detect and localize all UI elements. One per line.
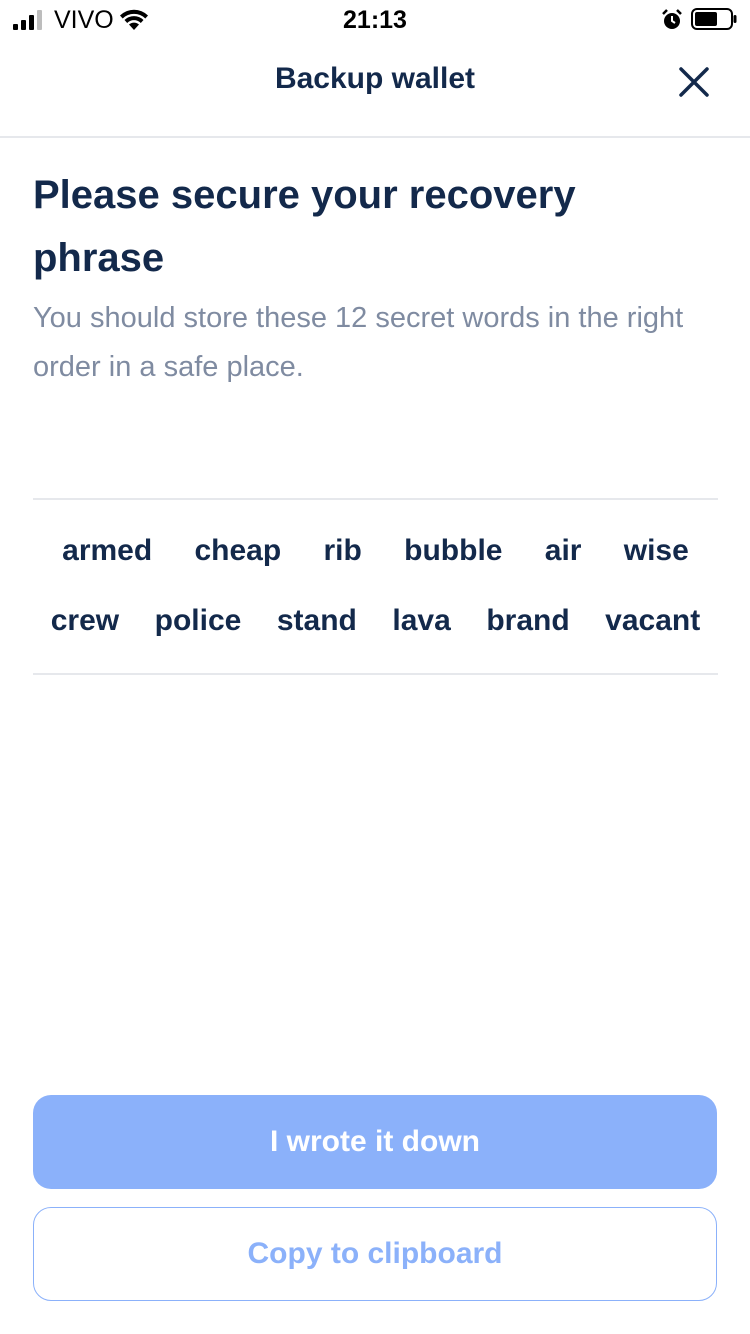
page-title: Backup wallet [274,62,476,95]
heading: Please secure your recovery phrase [33,173,576,280]
copy-to-clipboard-button[interactable]: Copy to clipboard [33,1207,717,1301]
battery-icon [691,8,737,30]
phrase-word: wise [623,534,689,567]
phrase-word: rib [323,534,362,567]
phrase-word: lava [392,604,451,637]
nav-bar: Backup wallet [0,40,750,138]
status-bar: VIVO 21:13 [0,0,750,40]
recovery-phrase-box: armed cheap rib bubble air wise crew pol… [33,498,718,675]
phrase-word: brand [486,604,570,637]
phrase-word: cheap [194,534,282,567]
phrase-word: air [544,534,582,567]
alarm-icon [662,9,682,29]
phrase-row-2: crew police stand lava brand vacant [33,604,718,638]
phrase-word: police [154,604,242,637]
subtitle: You should store these 12 secret words i… [33,302,684,383]
phrase-word: stand [276,604,357,637]
phrase-row-1: armed cheap rib bubble air wise [33,534,718,568]
phrase-word: crew [50,604,120,637]
close-icon[interactable] [674,62,714,102]
phrase-word: armed [62,534,153,567]
phrase-word: bubble [404,534,503,567]
phrase-word: vacant [605,604,701,637]
status-time: 21:13 [343,6,407,34]
wrote-it-down-button[interactable]: I wrote it down [33,1095,717,1189]
